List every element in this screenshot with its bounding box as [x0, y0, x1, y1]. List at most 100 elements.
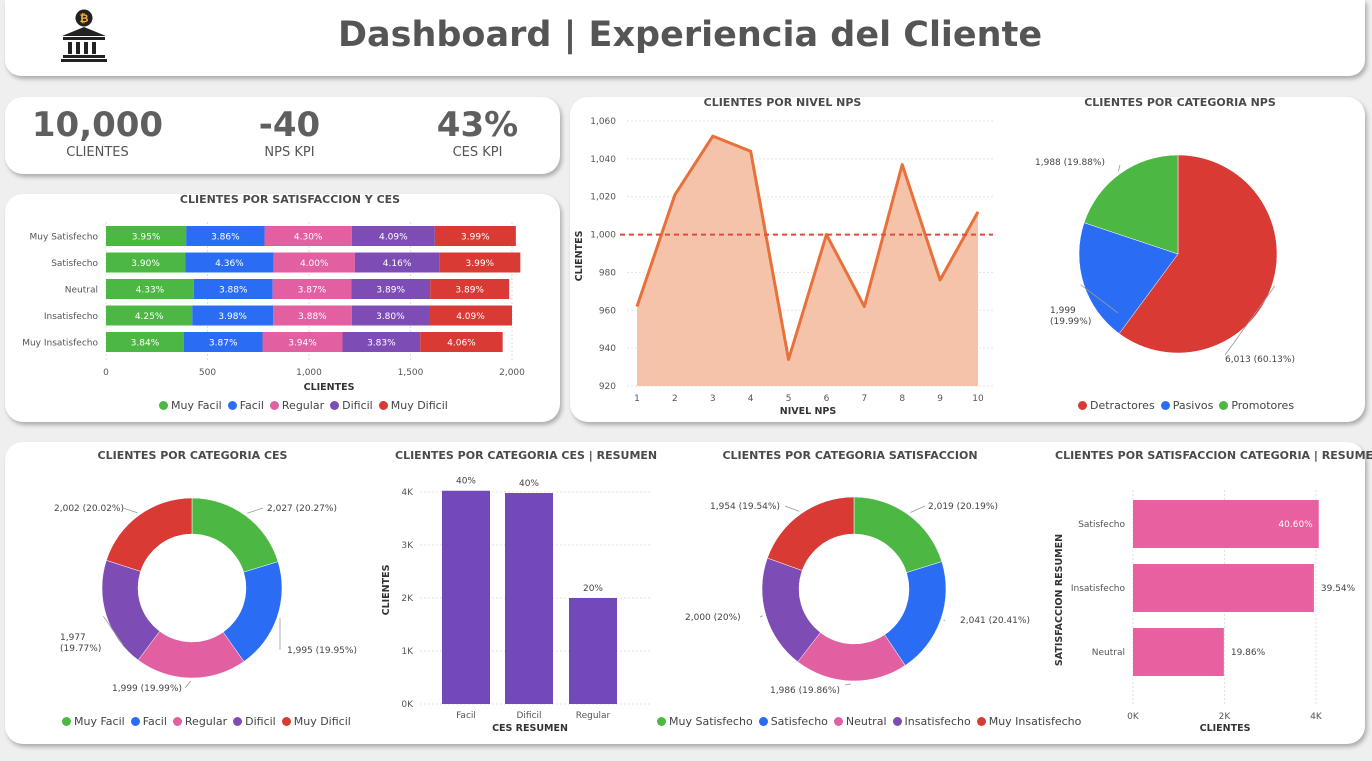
x-tick-label: Facil	[456, 711, 476, 721]
data-label: 6,013 (60.13%)	[1225, 355, 1295, 365]
legend-dot	[892, 717, 902, 726]
y-tick-label: Muy Insatisfecho	[22, 339, 98, 349]
x-tick-label: 7	[861, 394, 867, 404]
legend-dot	[758, 717, 768, 726]
legend-item[interactable]: Neutral	[833, 715, 887, 728]
legend-label: Muy Satisfecho	[669, 715, 753, 728]
data-label: 3.87%	[298, 286, 327, 296]
data-label: 4.30%	[294, 233, 323, 243]
legend-item[interactable]: Muy Facil	[159, 399, 222, 412]
leader-line	[784, 505, 800, 512]
y-tick-label: 920	[599, 382, 616, 392]
pie-slice	[767, 496, 855, 571]
legend-item[interactable]: Muy Facil	[62, 715, 125, 728]
legend-dot	[976, 717, 986, 726]
legend-dot	[1160, 401, 1170, 410]
x-axis-label: CES RESUMEN	[492, 723, 568, 734]
x-axis-label: CLIENTES	[304, 382, 355, 393]
legend-label: Dificil	[245, 715, 276, 728]
nps-cat-legend: Detractores Pasivos Promotores	[1078, 399, 1294, 412]
kpi-clientes-label: CLIENTES	[66, 145, 129, 160]
ces-res-title: CLIENTES POR CATEGORIA CES | RESUMEN	[395, 449, 658, 462]
sat-cat-legend: Muy Satisfecho Satisfecho Neutral Insatisfe…	[657, 715, 1081, 728]
y-tick-label: 0K	[401, 700, 414, 710]
y-tick-label: 4K	[401, 488, 414, 498]
legend-label: Regular	[184, 715, 228, 728]
legend-item[interactable]: Detractores	[1078, 399, 1155, 412]
data-label: 2,000 (20%)	[685, 613, 741, 623]
legend-item[interactable]: Promotores	[1219, 399, 1294, 412]
legend-label: Detractores	[1090, 399, 1155, 412]
bar	[1133, 564, 1314, 612]
data-label: 1,995 (19.95%)	[287, 646, 357, 656]
y-tick-label: Satisfecho	[1078, 520, 1125, 530]
legend-item[interactable]: Insatisfecho	[892, 715, 971, 728]
leader-line	[122, 507, 138, 514]
leader-line	[1117, 164, 1121, 172]
y-axis-label: CLIENTES	[381, 564, 392, 615]
data-label: 4.16%	[383, 259, 412, 269]
data-label: 4.09%	[379, 233, 408, 243]
sat-ces-legend: Muy Facil Facil Regular Dificil Muy Dificil	[159, 399, 448, 412]
data-label: (19.77%)	[60, 644, 101, 654]
x-tick-label: Regular	[576, 711, 611, 721]
legend-item[interactable]: Muy Satisfecho	[657, 715, 753, 728]
data-label: 3.98%	[218, 312, 247, 322]
legend-dot	[227, 401, 237, 410]
x-tick-label: 500	[199, 368, 216, 378]
kpi-clientes: 10,000 CLIENTES	[5, 105, 190, 160]
data-label: 3.94%	[288, 339, 317, 349]
y-tick-label: 940	[599, 344, 616, 354]
y-tick-label: 1,000	[590, 231, 616, 241]
x-axis-label: NIVEL NPS	[780, 406, 837, 417]
legend-item[interactable]: Muy Dificil	[281, 715, 351, 728]
data-label: 40.60%	[1278, 520, 1313, 530]
legend-dot	[281, 717, 291, 726]
legend-item[interactable]: Regular	[172, 715, 228, 728]
data-label: 3.84%	[131, 339, 160, 349]
x-tick-label: 2	[672, 394, 678, 404]
data-label: 3.88%	[219, 286, 248, 296]
y-tick-label: Muy Satisfecho	[30, 233, 99, 243]
x-tick-label: 10	[972, 394, 984, 404]
legend-item[interactable]: Regular	[269, 399, 324, 412]
data-label: (19.99%)	[1050, 317, 1091, 327]
x-tick-label: 2,000	[499, 368, 525, 378]
legend-item[interactable]: Facil	[227, 399, 264, 412]
data-label: 1,999 (19.99%)	[112, 684, 182, 694]
legend-item[interactable]: Facil	[130, 715, 167, 728]
bottom-card: CLIENTES POR CATEGORIA CES 2,027 (20.27%…	[5, 442, 1372, 744]
nps-cat-title: CLIENTES POR CATEGORIA NPS	[1084, 96, 1276, 109]
ces-cat-title: CLIENTES POR CATEGORIA CES	[97, 449, 288, 462]
legend-dot	[172, 717, 182, 726]
legend-label: Promotores	[1231, 399, 1295, 412]
y-tick-label: 1K	[401, 647, 414, 657]
ces-cat-chart: 2,027 (20.27%) 1,995 (19.95%) 1,999 (19.99…	[54, 497, 357, 694]
legend-item[interactable]: Dificil	[330, 399, 373, 412]
leader-line	[844, 683, 851, 686]
data-label: 3.99%	[466, 259, 495, 269]
ces-res-chart: 0K 1K 2K 3K 4K 40% Facil 40% Dificil 20% Regular CE…	[381, 477, 650, 734]
data-label: 3.99%	[461, 233, 490, 243]
legend-item[interactable]: Muy Dificil	[378, 399, 448, 412]
legend-label: Muy Facil	[171, 399, 222, 412]
sat-res-chart: 0K 2K 4K Satisfecho 40.60% Insatisfecho 39.54%…	[1054, 490, 1356, 734]
data-label: 3.95%	[132, 233, 161, 243]
y-tick-label: 2K	[401, 594, 414, 604]
legend-item[interactable]: Satisfecho	[758, 715, 828, 728]
legend-label: Satisfecho	[770, 715, 828, 728]
legend-label: Insatisfecho	[904, 715, 971, 728]
legend-dot	[657, 717, 666, 726]
x-tick-label: Dificil	[516, 711, 541, 721]
nps-nivel-title: CLIENTES POR NIVEL NPS	[703, 96, 862, 109]
data-label: 3.89%	[455, 286, 484, 296]
kpi-nps: -40 NPS KPI	[197, 105, 382, 160]
legend-item[interactable]: Pasivos	[1160, 399, 1213, 412]
legend-dot	[330, 401, 340, 410]
svg-text:₿: ₿	[80, 12, 89, 25]
x-tick-label: 1,000	[296, 368, 322, 378]
data-label: 40%	[519, 479, 539, 489]
kpi-nps-value: -40	[258, 105, 321, 145]
legend-item[interactable]: Dificil	[233, 715, 276, 728]
pie-slice	[191, 497, 279, 573]
